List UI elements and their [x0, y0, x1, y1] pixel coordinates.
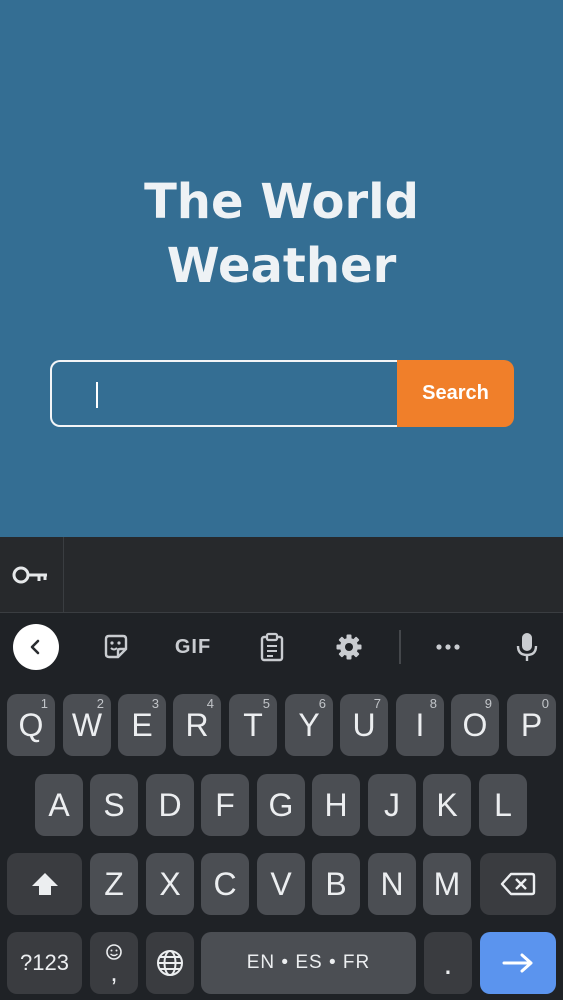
key-s[interactable]: S	[90, 774, 138, 836]
key-label: P	[520, 706, 543, 743]
key-hint: 8	[429, 696, 437, 711]
key-e[interactable]: E3	[118, 694, 166, 756]
key-label: M	[433, 865, 461, 902]
key-label: S	[103, 786, 125, 823]
clipboard-icon[interactable]	[250, 625, 294, 669]
emoji-comma-key[interactable]: ,	[90, 932, 138, 994]
key-hint: 3	[151, 696, 159, 711]
key-w[interactable]: W2	[63, 694, 111, 756]
key-u[interactable]: U7	[340, 694, 388, 756]
key-l[interactable]: L	[479, 774, 527, 836]
key-label: U	[352, 706, 376, 743]
key-v[interactable]: V	[257, 853, 305, 915]
key-label: B	[325, 865, 347, 902]
key-a[interactable]: A	[35, 774, 83, 836]
key-label: I	[415, 706, 425, 743]
shift-icon	[31, 873, 58, 895]
sticker-icon[interactable]	[94, 625, 138, 669]
key-label: L	[494, 786, 512, 823]
language-switch-key[interactable]	[146, 932, 194, 994]
key-i[interactable]: I8	[396, 694, 444, 756]
key-q[interactable]: Q1	[7, 694, 55, 756]
key-label: R	[185, 706, 209, 743]
key-n[interactable]: N	[368, 853, 416, 915]
key-f[interactable]: F	[201, 774, 249, 836]
key-label: O	[462, 706, 488, 743]
key-k[interactable]: K	[423, 774, 471, 836]
key-g[interactable]: G	[257, 774, 305, 836]
key-y[interactable]: Y6	[285, 694, 333, 756]
globe-icon	[157, 950, 183, 976]
key-label: C	[213, 865, 237, 902]
key-label: F	[215, 786, 235, 823]
key-label: G	[268, 786, 294, 823]
space-key[interactable]: EN • ES • FR	[201, 932, 416, 994]
weather-app: The World Weather Search	[0, 0, 563, 537]
keyboard-toolbar: GIF	[0, 614, 563, 680]
period-key[interactable]: .	[424, 932, 472, 994]
key-r[interactable]: R4	[173, 694, 221, 756]
key-label: H	[324, 786, 348, 823]
key-x[interactable]: X	[146, 853, 194, 915]
key-label: K	[436, 786, 458, 823]
password-key-icon[interactable]	[12, 563, 50, 587]
key-label: V	[270, 865, 292, 902]
page-title: The World Weather	[144, 174, 419, 294]
divider	[63, 537, 64, 613]
text-caret	[96, 382, 98, 408]
arrow-right-icon	[502, 953, 533, 973]
key-hint: 6	[318, 696, 326, 711]
key-label: T	[243, 706, 263, 743]
key-o[interactable]: O9	[451, 694, 499, 756]
key-hint: 1	[40, 696, 48, 711]
settings-icon[interactable]	[327, 625, 371, 669]
symbols-key[interactable]: ?123	[7, 932, 82, 994]
key-p[interactable]: P0	[507, 694, 556, 756]
key-hint: 4	[206, 696, 214, 711]
key-m[interactable]: M	[423, 853, 471, 915]
on-screen-keyboard: G I F Q 1 W 2 E 3 R 4 T 5 Y 6 U 7 I 8 O 9 …	[0, 537, 563, 1000]
key-j[interactable]: J	[368, 774, 416, 836]
keyboard-suggestion-bar	[0, 537, 563, 613]
comma-label: ,	[110, 957, 118, 987]
key-h[interactable]: H	[312, 774, 360, 836]
gif-button[interactable]: GIF	[170, 625, 216, 669]
backspace-icon	[500, 872, 536, 896]
key-b[interactable]: B	[312, 853, 360, 915]
enter-key[interactable]	[480, 932, 556, 994]
key-hint: 5	[262, 696, 270, 711]
back-icon[interactable]	[13, 624, 59, 670]
microphone-icon[interactable]	[505, 625, 549, 669]
search-input[interactable]	[50, 360, 399, 427]
key-z[interactable]: Z	[90, 853, 138, 915]
key-d[interactable]: D	[146, 774, 194, 836]
key-label: J	[384, 786, 400, 823]
search-button[interactable]: Search	[397, 360, 514, 427]
search-form: Search	[50, 360, 514, 427]
shift-key[interactable]	[7, 853, 82, 915]
key-c[interactable]: C	[201, 853, 249, 915]
key-label: A	[48, 786, 70, 823]
key-label: Z	[104, 865, 124, 902]
key-label: X	[159, 865, 181, 902]
key-label: Q	[18, 706, 44, 743]
key-label: Y	[298, 706, 320, 743]
key-label: N	[380, 865, 404, 902]
key-label: E	[131, 706, 153, 743]
key-hint: 2	[96, 696, 104, 711]
key-label: D	[158, 786, 182, 823]
key-hint: 7	[373, 696, 381, 711]
divider	[399, 630, 401, 664]
key-t[interactable]: T5	[229, 694, 277, 756]
more-icon[interactable]	[426, 625, 470, 669]
key-hint: 9	[484, 696, 492, 711]
backspace-key[interactable]	[480, 853, 556, 915]
key-hint: 0	[541, 696, 549, 711]
key-label: W	[71, 706, 103, 743]
